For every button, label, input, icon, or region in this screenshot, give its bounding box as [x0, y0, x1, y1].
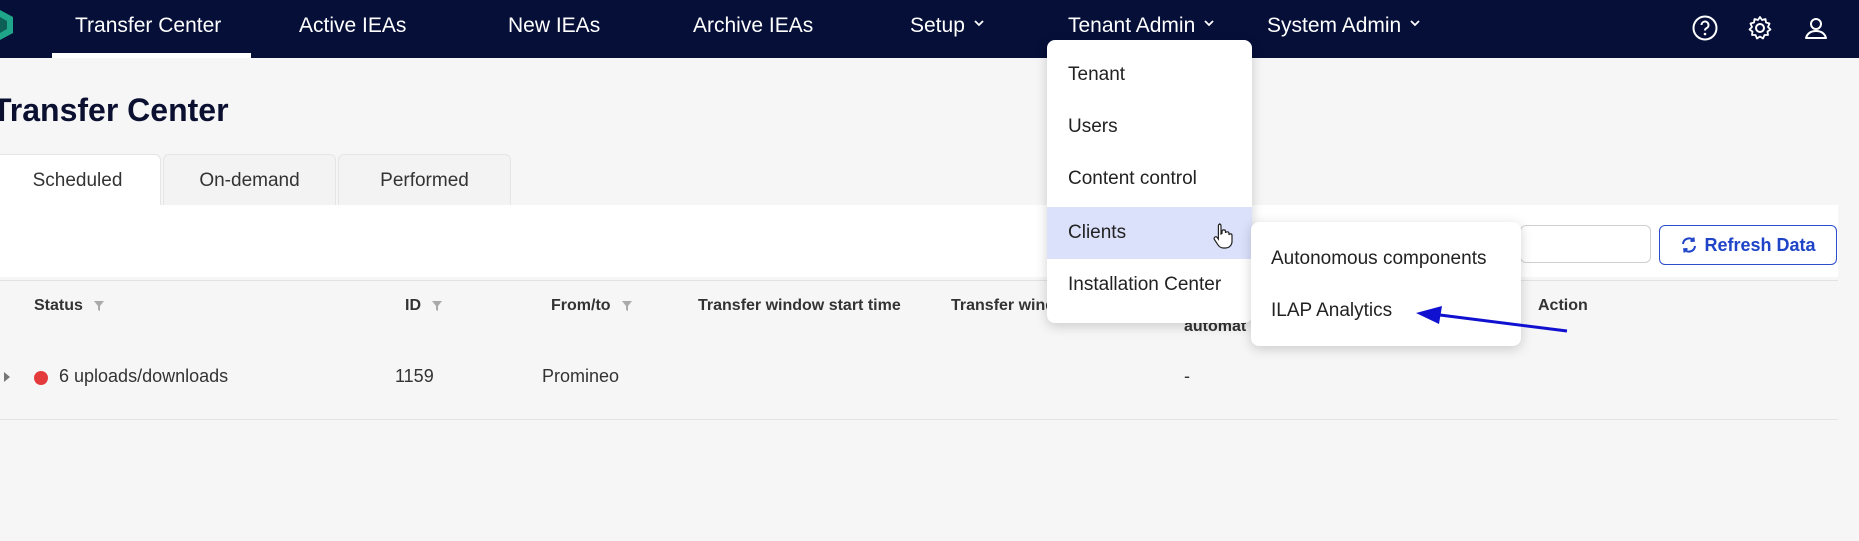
tab-performed[interactable]: Performed [338, 154, 511, 206]
annotation-arrow-icon [1416, 306, 1568, 333]
app-logo-icon[interactable] [0, 9, 14, 41]
top-nav-bar: Transfer Center Active IEAs New IEAs Arc… [0, 0, 1859, 58]
column-header-window-end[interactable]: Transfer wind [951, 297, 1055, 315]
nav-system-admin-label: System Admin [1267, 14, 1402, 37]
expand-row-icon[interactable] [4, 372, 10, 382]
filter-icon[interactable] [93, 300, 105, 312]
nav-setup-label: Setup [910, 14, 965, 37]
status-indicator-icon [34, 371, 48, 385]
column-header-status[interactable]: Status [34, 297, 105, 315]
nav-setup[interactable]: Setup [910, 0, 985, 58]
submenu-item-autonomous-components[interactable]: Autonomous components [1271, 248, 1486, 270]
tenant-admin-dropdown: Tenant Users Content control Clients Ins… [1047, 40, 1252, 323]
help-icon[interactable] [1691, 14, 1719, 42]
refresh-data-label: Refresh Data [1704, 234, 1816, 255]
nav-tenant-admin-label: Tenant Admin [1068, 14, 1196, 37]
user-icon[interactable] [1802, 14, 1830, 42]
filter-icon[interactable] [431, 300, 443, 312]
column-header-label: From/to [551, 297, 611, 314]
menu-item-users[interactable]: Users [1047, 101, 1252, 153]
nav-system-admin[interactable]: System Admin [1267, 0, 1421, 58]
nav-transfer-center[interactable]: Transfer Center [75, 0, 221, 58]
hand-cursor-icon [1213, 223, 1233, 249]
chevron-down-icon [974, 20, 984, 27]
cell-from-to: Promineo [542, 366, 620, 386]
table-row[interactable] [0, 349, 1838, 420]
tab-on-demand[interactable]: On-demand [163, 154, 336, 206]
cell-automation: - [1184, 366, 1190, 386]
cell-status: 6 uploads/downloads [59, 366, 229, 386]
refresh-icon [1682, 237, 1697, 253]
search-input[interactable] [1520, 225, 1651, 263]
column-header-id[interactable]: ID [405, 297, 443, 315]
menu-item-tenant[interactable]: Tenant [1047, 49, 1252, 101]
nav-archive-ieas[interactable]: Archive IEAs [693, 0, 813, 58]
refresh-data-button[interactable]: Refresh Data [1659, 225, 1837, 265]
column-header-window-start[interactable]: Transfer window start time [698, 297, 901, 315]
cell-id: 1159 [395, 366, 434, 386]
chevron-down-icon [1410, 20, 1420, 27]
nav-active-ieas[interactable]: Active IEAs [299, 0, 406, 58]
submenu-item-ilap-analytics[interactable]: ILAP Analytics [1271, 300, 1392, 322]
filter-icon[interactable] [621, 300, 633, 312]
column-header-from-to[interactable]: From/to [551, 297, 633, 315]
nav-new-ieas[interactable]: New IEAs [508, 0, 600, 58]
chevron-down-icon [1204, 20, 1214, 27]
tab-scheduled[interactable]: Scheduled [0, 154, 161, 206]
nav-active-indicator [52, 53, 251, 58]
menu-item-installation-center[interactable]: Installation Center [1047, 259, 1252, 311]
menu-item-content-control[interactable]: Content control [1047, 153, 1252, 205]
column-header-label: Status [34, 297, 83, 314]
column-header-label: ID [405, 297, 421, 314]
gear-icon[interactable] [1746, 14, 1774, 42]
page-title: Transfer Center [0, 92, 229, 128]
